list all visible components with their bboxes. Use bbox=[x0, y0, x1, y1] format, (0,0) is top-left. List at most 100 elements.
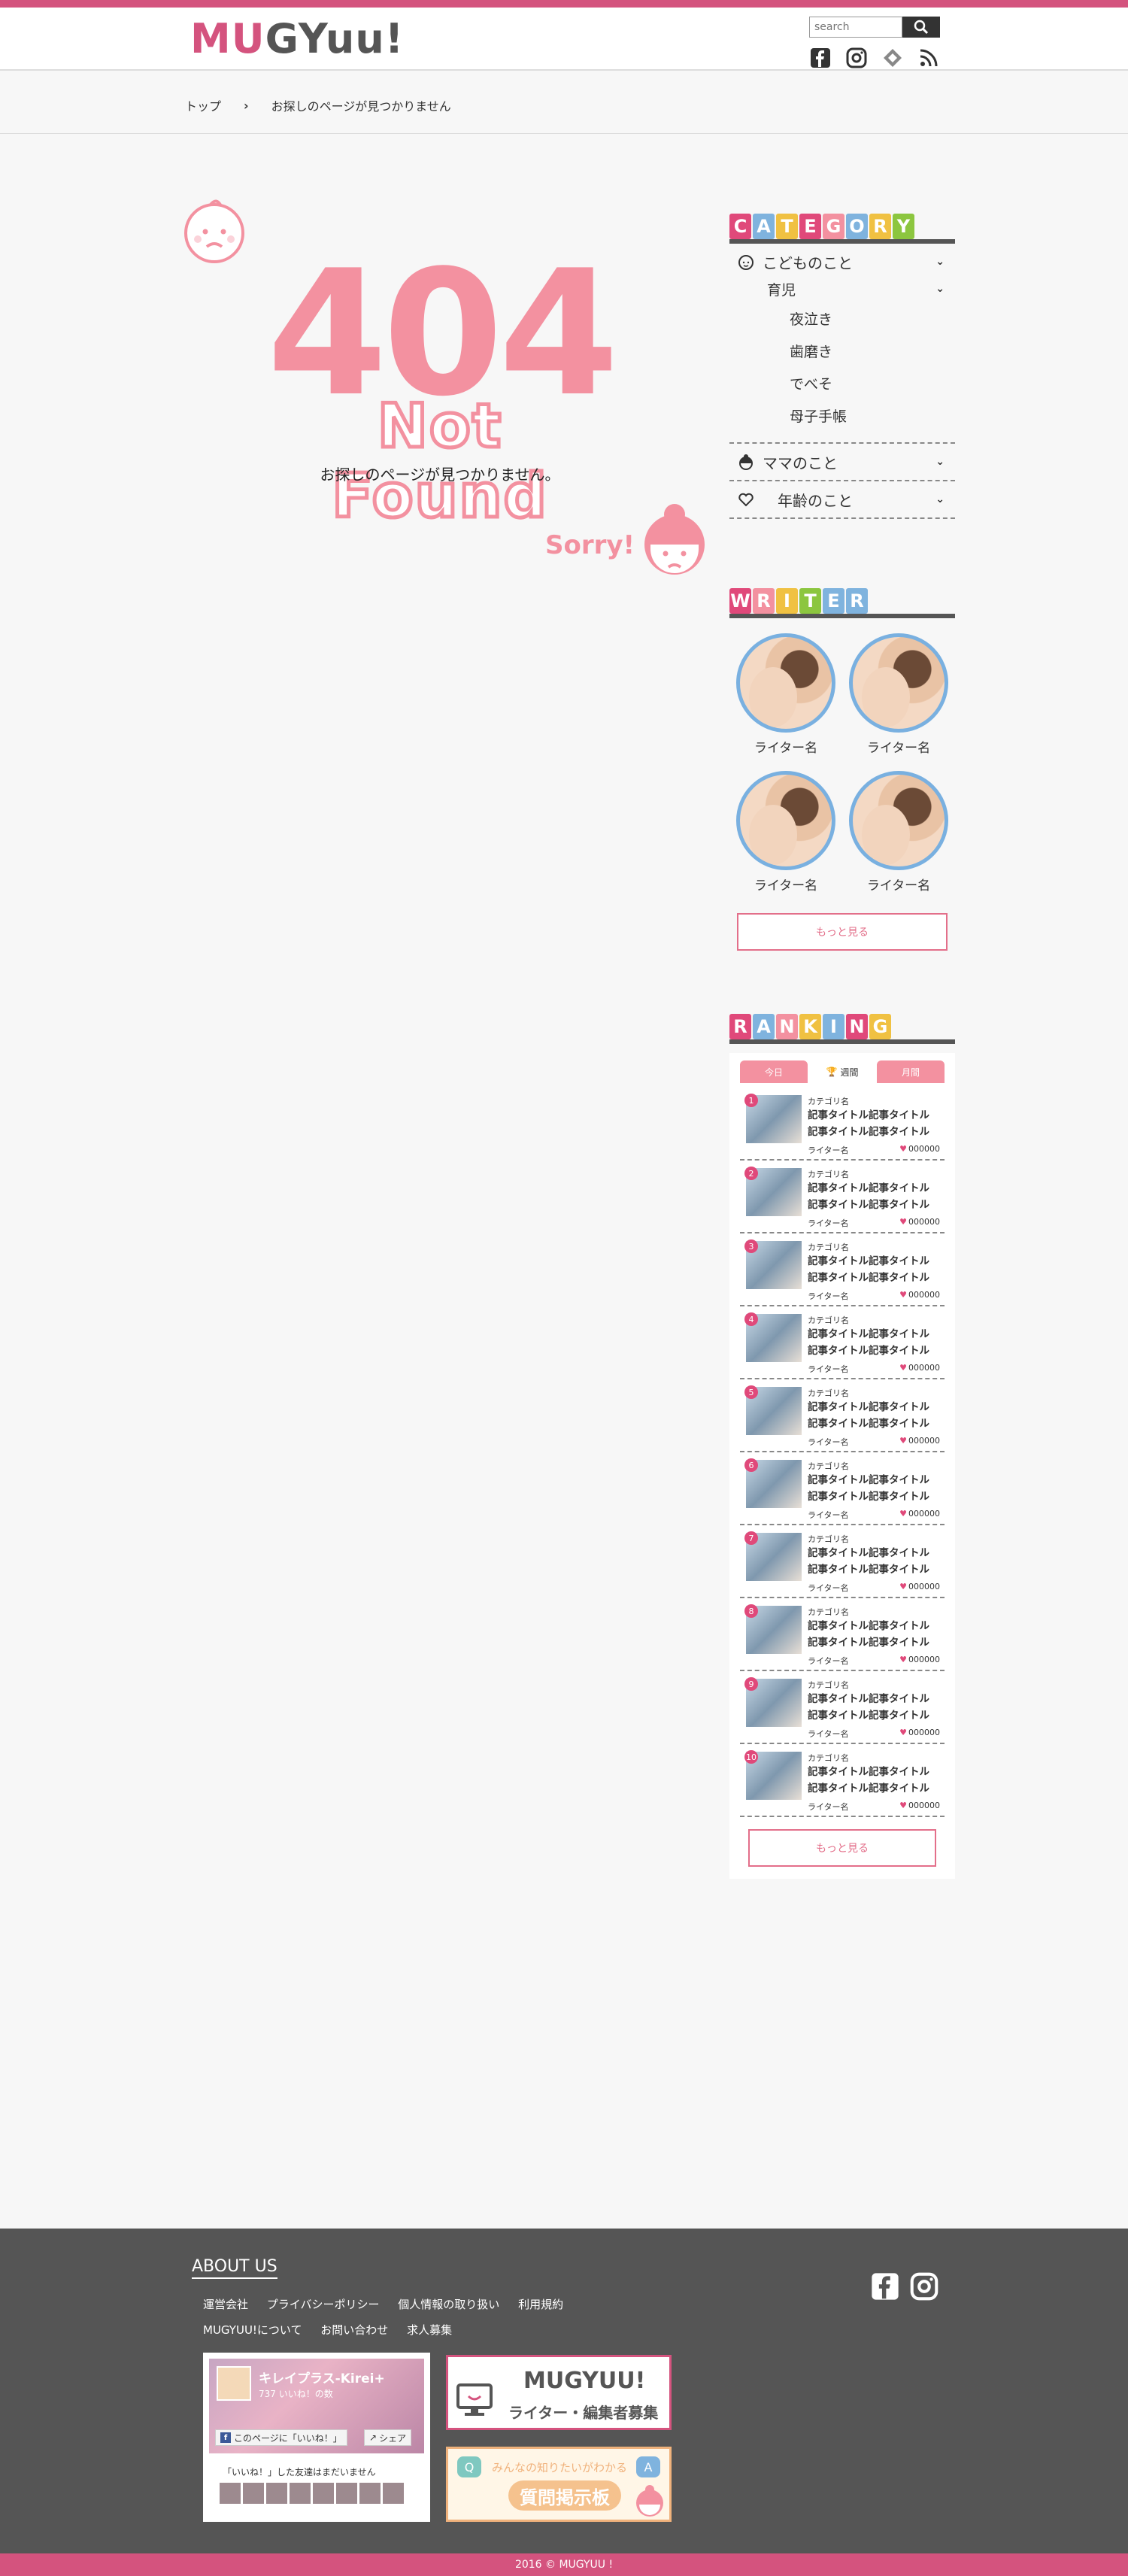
article-title[interactable]: 記事タイトル記事タイトル記事タイトル記事タイトル記事 bbox=[808, 1326, 937, 1359]
sad-baby-icon bbox=[184, 199, 244, 263]
subcategory-ikuji[interactable]: 育児 ⌄ bbox=[729, 275, 955, 302]
article-title[interactable]: 記事タイトル記事タイトル記事タイトル記事タイトル記事 bbox=[808, 1691, 937, 1724]
article-title[interactable]: 記事タイトル記事タイトル記事タイトル記事タイトル記事 bbox=[808, 1545, 937, 1578]
ranking-item[interactable]: 1 カテゴリ名記事タイトル記事タイトル記事タイトル記事タイトル記事ライター名 ♥00… bbox=[740, 1088, 945, 1161]
writer-card[interactable]: ライター名 bbox=[842, 633, 955, 756]
writer-card[interactable]: ライター名 bbox=[729, 633, 842, 756]
article-category[interactable]: カテゴリ名 bbox=[808, 1752, 849, 1764]
monitor-icon bbox=[456, 2383, 493, 2416]
footer-link[interactable]: 個人情報の取り扱い bbox=[398, 2298, 499, 2311]
instagram-icon[interactable] bbox=[910, 2272, 938, 2301]
ranking-item[interactable]: 10 カテゴリ名記事タイトル記事タイトル記事タイトル記事タイトル記事ライター名 ♥0… bbox=[740, 1744, 945, 1817]
article-title[interactable]: 記事タイトル記事タイトル記事タイトル記事タイトル記事 bbox=[808, 1180, 937, 1213]
fb-like-label: このページに「いいね！」 bbox=[234, 2432, 342, 2444]
article-title[interactable]: 記事タイトル記事タイトル記事タイトル記事タイトル記事 bbox=[808, 1253, 937, 1286]
article-writer[interactable]: ライター名 bbox=[808, 1728, 849, 1740]
ranking-item[interactable]: 3 カテゴリ名記事タイトル記事タイトル記事タイトル記事タイトル記事ライター名 ♥00… bbox=[740, 1233, 945, 1306]
article-category[interactable]: カテゴリ名 bbox=[808, 1241, 849, 1253]
article-category[interactable]: カテゴリ名 bbox=[808, 1387, 849, 1399]
ranking-item[interactable]: 6 カテゴリ名記事タイトル記事タイトル記事タイトル記事タイトル記事ライター名 ♥00… bbox=[740, 1452, 945, 1525]
writer-more-button[interactable]: もっと見る bbox=[737, 913, 948, 951]
tab-weekly[interactable]: 🏆 週間 bbox=[808, 1060, 876, 1083]
article-writer[interactable]: ライター名 bbox=[808, 1363, 849, 1375]
chevron-down-icon[interactable]: ⌄ bbox=[935, 256, 945, 268]
article-writer[interactable]: ライター名 bbox=[808, 1509, 849, 1521]
heading-letter: T bbox=[776, 214, 798, 239]
writer-card[interactable]: ライター名 bbox=[729, 771, 842, 894]
facebook-icon[interactable] bbox=[809, 47, 832, 69]
footer-link[interactable]: お問い合わせ bbox=[320, 2323, 388, 2337]
article-writer[interactable]: ライター名 bbox=[808, 1290, 849, 1302]
article-title[interactable]: 記事タイトル記事タイトル記事タイトル記事タイトル記事 bbox=[808, 1764, 937, 1797]
writer-card[interactable]: ライター名 bbox=[842, 771, 955, 894]
category-item-kodomo[interactable]: こどものこと ⌄ bbox=[729, 248, 955, 275]
article-category[interactable]: カテゴリ名 bbox=[808, 1168, 849, 1180]
article-title[interactable]: 記事タイトル記事タイトル記事タイトル記事タイトル記事 bbox=[808, 1399, 937, 1432]
subsub-item[interactable]: でべそ bbox=[729, 367, 955, 399]
qa-board-banner[interactable]: Q A みんなの知りたいがわかる 質問掲示板 bbox=[446, 2447, 672, 2522]
ranking-item[interactable]: 8 カテゴリ名記事タイトル記事タイトル記事タイトル記事タイトル記事ライター名 ♥00… bbox=[740, 1598, 945, 1671]
divider bbox=[729, 517, 955, 519]
site-logo[interactable]: M U GYuu! bbox=[190, 14, 404, 63]
footer-link[interactable]: 運営会社 bbox=[203, 2298, 248, 2311]
article-category[interactable]: カテゴリ名 bbox=[808, 1095, 849, 1107]
fb-share-button[interactable]: ↗ シェア bbox=[364, 2429, 412, 2446]
feedly-icon[interactable] bbox=[881, 47, 904, 69]
ranking-tabs: 今日 🏆 週間 月間 bbox=[740, 1060, 945, 1085]
rss-icon[interactable] bbox=[917, 47, 940, 69]
ranking-item[interactable]: 9 カテゴリ名記事タイトル記事タイトル記事タイトル記事タイトル記事ライター名 ♥00… bbox=[740, 1671, 945, 1744]
category-item-nenrei[interactable]: 年齢のこと ⌄ bbox=[729, 481, 955, 517]
article-writer[interactable]: ライター名 bbox=[808, 1801, 849, 1813]
subsub-item[interactable]: 母子手帳 bbox=[729, 399, 955, 432]
ranking-item[interactable]: 7 カテゴリ名記事タイトル記事タイトル記事タイトル記事タイトル記事ライター名 ♥00… bbox=[740, 1525, 945, 1598]
category-section: C A T E G O R Y こどものこと ⌄ 育児 ⌄ 夜泣き 歯磨き でべ… bbox=[729, 211, 955, 519]
subsub-item[interactable]: 夜泣き bbox=[729, 302, 955, 335]
ranking-item[interactable]: 5 カテゴリ名記事タイトル記事タイトル記事タイトル記事タイトル記事ライター名 ♥00… bbox=[740, 1379, 945, 1452]
article-category[interactable]: カテゴリ名 bbox=[808, 1606, 849, 1618]
article-writer[interactable]: ライター名 bbox=[808, 1582, 849, 1594]
footer-link[interactable]: 利用規約 bbox=[518, 2298, 563, 2311]
fb-like-button[interactable]: f このページに「いいね！」 bbox=[215, 2429, 347, 2446]
chevron-down-icon[interactable]: ⌄ bbox=[935, 493, 945, 505]
ranking-more-button[interactable]: もっと見る bbox=[748, 1829, 936, 1867]
chevron-down-icon[interactable]: ⌄ bbox=[935, 456, 945, 468]
footer-link[interactable]: 求人募集 bbox=[407, 2323, 452, 2337]
rank-badge: 9 bbox=[744, 1677, 758, 1691]
article-category[interactable]: カテゴリ名 bbox=[808, 1314, 849, 1326]
q-bubble-icon: Q bbox=[457, 2456, 481, 2477]
breadcrumb-home[interactable]: トップ bbox=[185, 96, 221, 114]
article-title[interactable]: 記事タイトル記事タイトル記事タイトル記事タイトル記事 bbox=[808, 1107, 937, 1140]
article-category[interactable]: カテゴリ名 bbox=[808, 1679, 849, 1691]
like-count-value: 000000 bbox=[908, 1363, 940, 1373]
search-button[interactable] bbox=[902, 17, 940, 38]
article-writer[interactable]: ライター名 bbox=[808, 1436, 849, 1448]
tab-monthly[interactable]: 月間 bbox=[877, 1060, 945, 1083]
footer-link[interactable]: MUGYUU!について bbox=[203, 2323, 302, 2337]
writer-avatar bbox=[736, 633, 835, 733]
article-writer[interactable]: ライター名 bbox=[808, 1144, 849, 1156]
chevron-down-icon[interactable]: ⌄ bbox=[935, 283, 945, 295]
article-writer[interactable]: ライター名 bbox=[808, 1655, 849, 1667]
recruit-banner[interactable]: MUGYUU! ライター・編集者募集 bbox=[446, 2355, 672, 2430]
heading-letter: C bbox=[729, 214, 751, 239]
article-title[interactable]: 記事タイトル記事タイトル記事タイトル記事タイトル記事 bbox=[808, 1472, 937, 1505]
fb-page-name[interactable]: キレイプラス-Kirei+ bbox=[259, 2368, 385, 2386]
subsub-item[interactable]: 歯磨き bbox=[729, 335, 955, 367]
writer-grid: ライター名 ライター名 ライター名 ライター名 bbox=[729, 633, 955, 894]
tab-today[interactable]: 今日 bbox=[740, 1060, 808, 1083]
article-writer[interactable]: ライター名 bbox=[808, 1217, 849, 1229]
footer-link[interactable]: プライバシーポリシー bbox=[267, 2298, 380, 2311]
instagram-icon[interactable] bbox=[845, 47, 868, 69]
ranking-item[interactable]: 4 カテゴリ名記事タイトル記事タイトル記事タイトル記事タイトル記事ライター名 ♥00… bbox=[740, 1306, 945, 1379]
copyright-bar: 2016 © MUGYUU ! bbox=[0, 2553, 1128, 2576]
ranking-item[interactable]: 2 カテゴリ名記事タイトル記事タイトル記事タイトル記事タイトル記事ライター名 ♥00… bbox=[740, 1161, 945, 1233]
friend-avatar bbox=[290, 2483, 311, 2504]
facebook-icon[interactable] bbox=[871, 2272, 899, 2301]
friend-avatar bbox=[313, 2483, 334, 2504]
search-input[interactable] bbox=[809, 17, 902, 38]
article-category[interactable]: カテゴリ名 bbox=[808, 1460, 849, 1472]
category-item-mama[interactable]: ママのこと ⌄ bbox=[729, 444, 955, 480]
article-category[interactable]: カテゴリ名 bbox=[808, 1533, 849, 1545]
like-count-value: 000000 bbox=[908, 1728, 940, 1737]
article-title[interactable]: 記事タイトル記事タイトル記事タイトル記事タイトル記事 bbox=[808, 1618, 937, 1651]
